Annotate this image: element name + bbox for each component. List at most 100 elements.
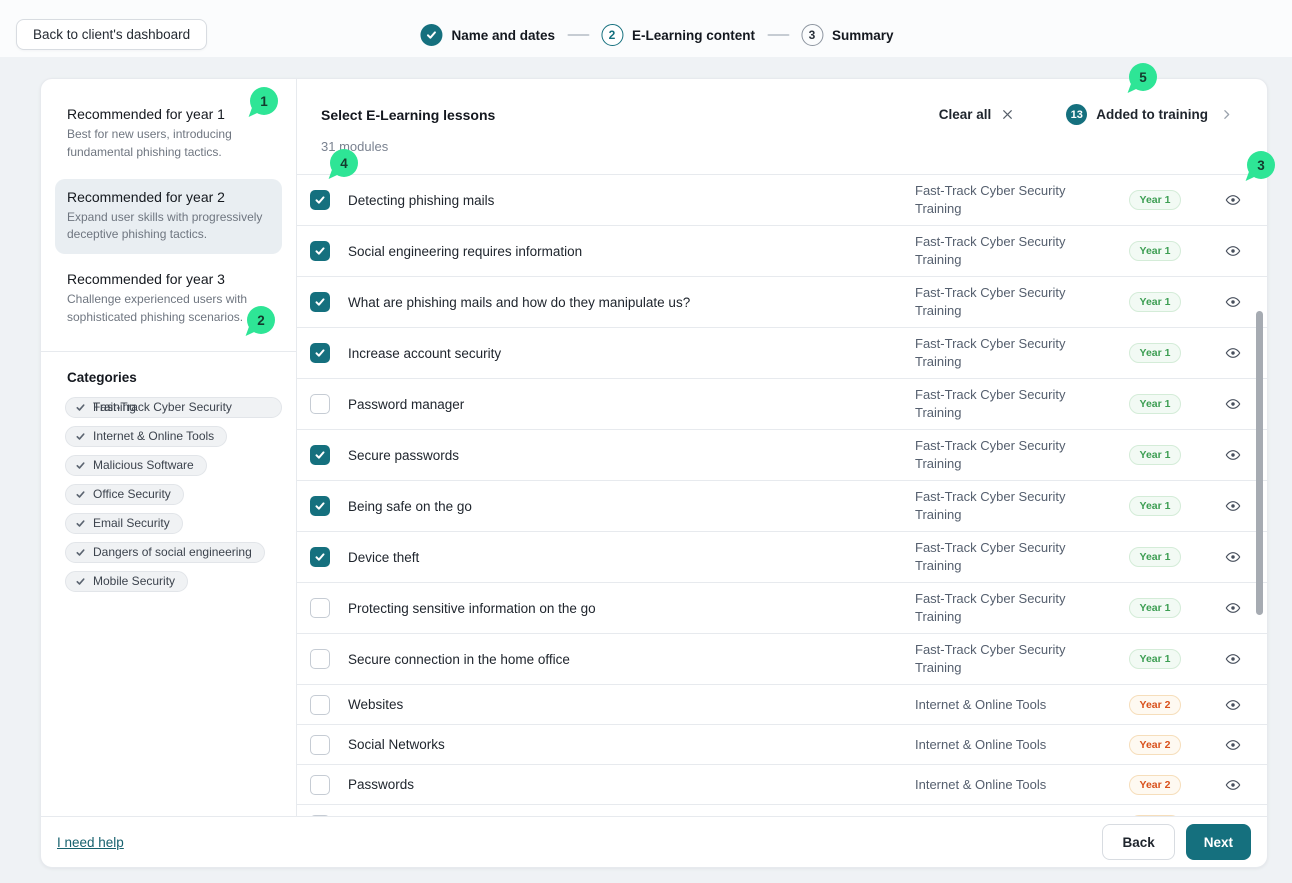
category-pill-row: Internet & Online Tools: [55, 426, 282, 455]
preview-eye-icon[interactable]: [1205, 498, 1261, 514]
recommendation-item-year-1[interactable]: Recommended for year 1 Best for new users…: [55, 96, 282, 172]
lesson-row: Social NetworksInternet & Online ToolsYe…: [297, 724, 1267, 764]
recommendation-title: Recommended for year 2: [67, 189, 270, 205]
lesson-name: Social engineering requires information: [348, 244, 915, 259]
category-pill[interactable]: Dangers of social engineering: [65, 542, 265, 563]
year-badge: Year 2: [1129, 815, 1182, 817]
preview-eye-icon[interactable]: [1205, 549, 1261, 565]
lesson-checkbox-checked[interactable]: [310, 190, 330, 210]
year-badge-cell: Year 1: [1105, 292, 1205, 312]
recommendation-item-year-2[interactable]: Recommended for year 2 Expand user skills…: [55, 179, 282, 255]
year-badge-cell: Year 2: [1105, 775, 1205, 795]
year-badge-cell: Year 1: [1105, 649, 1205, 669]
lesson-category: Fast-Track Cyber Security Training: [915, 539, 1105, 574]
step-label: E-Learning content: [632, 28, 755, 43]
recommendation-description: Best for new users, introducing fundamen…: [67, 126, 270, 162]
recommendation-title: Recommended for year 3: [67, 271, 270, 287]
lesson-row: WebsitesInternet & Online ToolsYear 2: [297, 684, 1267, 724]
category-pill-row: Malicious Software: [55, 455, 282, 484]
year-badge: Year 1: [1129, 598, 1182, 618]
category-pill-row: Office Security: [55, 484, 282, 513]
lesson-checkbox-checked[interactable]: [310, 547, 330, 567]
year-badge-cell: Year 2: [1105, 735, 1205, 755]
step-2[interactable]: 2E-Learning content: [601, 24, 755, 46]
lesson-row: Increase account securityFast-Track Cybe…: [297, 327, 1267, 378]
lesson-row: Secure connection in the home officeFast…: [297, 633, 1267, 684]
step-connector: [567, 34, 589, 36]
lesson-checkbox-checked[interactable]: [310, 292, 330, 312]
back-to-dashboard-button[interactable]: Back to client's dashboard: [16, 19, 207, 50]
preview-eye-icon[interactable]: [1205, 777, 1261, 793]
lesson-checkbox-checked[interactable]: [310, 496, 330, 516]
top-bar: Back to client's dashboard Name and date…: [0, 0, 1292, 57]
scrollbar-thumb[interactable]: [1256, 311, 1263, 615]
back-button[interactable]: Back: [1102, 824, 1174, 860]
lesson-checkbox-unchecked[interactable]: [310, 775, 330, 795]
next-button[interactable]: Next: [1186, 824, 1251, 860]
modules-count: 31 modules: [321, 139, 1267, 154]
added-to-training-link[interactable]: Added to training: [1096, 107, 1208, 122]
year-badge-cell: Year 1: [1105, 496, 1205, 516]
lesson-checkbox-unchecked[interactable]: [310, 649, 330, 669]
clear-all-x-icon[interactable]: [1001, 108, 1014, 121]
category-pill[interactable]: Office Security: [65, 484, 184, 505]
category-pill[interactable]: Fast-Track Cyber Security Training: [65, 397, 282, 418]
lesson-category: Fast-Track Cyber Security Training: [915, 386, 1105, 421]
year-badge: Year 1: [1129, 445, 1182, 465]
lesson-name: Password manager: [348, 397, 915, 412]
lesson-name: Increase account security: [348, 346, 915, 361]
lesson-category: Internet & Online Tools: [915, 776, 1105, 794]
chevron-right-icon[interactable]: [1220, 108, 1233, 121]
preview-eye-icon[interactable]: [1205, 737, 1261, 753]
lesson-checkbox-unchecked[interactable]: [310, 394, 330, 414]
lesson-name: Device theft: [348, 550, 915, 565]
preview-eye-icon[interactable]: [1205, 345, 1261, 361]
preview-eye-icon[interactable]: [1205, 243, 1261, 259]
preview-eye-icon[interactable]: [1205, 697, 1261, 713]
year-badge-cell: Year 1: [1105, 241, 1205, 261]
recommendation-description: Expand user skills with progressively de…: [67, 209, 270, 245]
category-pill[interactable]: Mobile Security: [65, 571, 188, 592]
check-icon: [75, 431, 86, 442]
lesson-checkbox-unchecked[interactable]: [310, 598, 330, 618]
preview-eye-icon[interactable]: [1205, 651, 1261, 667]
lesson-category: Fast-Track Cyber Security Training: [915, 437, 1105, 472]
step-1[interactable]: Name and dates: [420, 24, 555, 46]
lesson-name: Websites: [348, 697, 915, 712]
help-link[interactable]: I need help: [57, 835, 124, 850]
recommendation-title: Recommended for year 1: [67, 106, 270, 122]
panel-title: Select E-Learning lessons: [321, 107, 495, 123]
clear-all-button[interactable]: Clear all: [939, 107, 992, 122]
category-pill[interactable]: Malicious Software: [65, 455, 207, 476]
recommendation-description: Challenge experienced users with sophist…: [67, 291, 270, 327]
preview-eye-icon[interactable]: [1205, 192, 1261, 208]
lesson-category: Fast-Track Cyber Security Training: [915, 284, 1105, 319]
preview-eye-icon[interactable]: [1205, 600, 1261, 616]
lesson-checkbox-checked[interactable]: [310, 445, 330, 465]
check-icon: [75, 518, 86, 529]
preview-eye-icon[interactable]: [1205, 396, 1261, 412]
lesson-panel: Select E-Learning lessons Clear all 13 A…: [297, 79, 1267, 816]
step-label: Summary: [832, 28, 894, 43]
step-3[interactable]: 3Summary: [801, 24, 894, 46]
lesson-checkbox-unchecked[interactable]: [310, 695, 330, 715]
lesson-checkbox-unchecked[interactable]: [310, 815, 330, 817]
annotation-marker-4: 4: [330, 149, 358, 177]
check-icon: [75, 547, 86, 558]
preview-eye-icon[interactable]: [1205, 447, 1261, 463]
category-pill-row: Fast-Track Cyber Security Training: [55, 397, 282, 426]
check-icon: [75, 402, 86, 413]
year-badge-cell: Year 1: [1105, 343, 1205, 363]
lesson-category: Fast-Track Cyber Security Training: [915, 641, 1105, 676]
check-icon: [75, 576, 86, 587]
lesson-name: Detecting phishing mails: [348, 193, 915, 208]
lesson-checkbox-checked[interactable]: [310, 241, 330, 261]
lesson-checkbox-checked[interactable]: [310, 343, 330, 363]
lesson-checkbox-unchecked[interactable]: [310, 735, 330, 755]
year-badge: Year 1: [1129, 496, 1182, 516]
preview-eye-icon[interactable]: [1205, 294, 1261, 310]
year-badge-cell: Year 1: [1105, 547, 1205, 567]
category-pill-list: Fast-Track Cyber Security Training Intern…: [55, 397, 282, 600]
category-pill[interactable]: Email Security: [65, 513, 183, 534]
category-pill[interactable]: Internet & Online Tools: [65, 426, 227, 447]
